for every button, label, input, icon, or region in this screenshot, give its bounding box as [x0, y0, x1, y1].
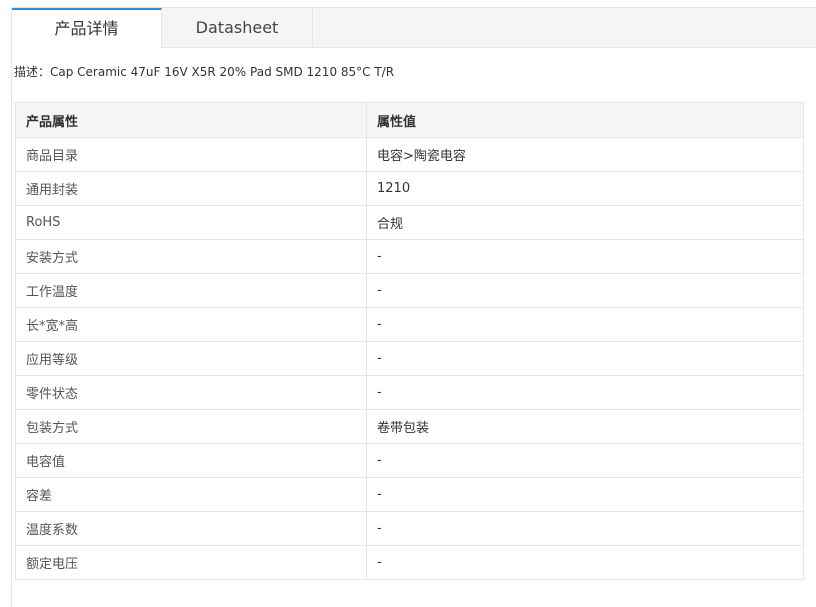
attribute-name: RoHS [15, 205, 367, 240]
attribute-value: - [366, 443, 804, 478]
attribute-value: - [366, 273, 804, 308]
table-row: 容差 - [15, 477, 804, 512]
attribute-value: 电容>陶瓷电容 [366, 137, 804, 172]
attribute-name: 长*宽*高 [15, 307, 367, 342]
table-row: 工作温度 - [15, 273, 804, 308]
attribute-value: - [366, 341, 804, 376]
tab-product-details[interactable]: 产品详情 [12, 8, 162, 49]
table-row: 安装方式 - [15, 239, 804, 274]
attribute-name: 包装方式 [15, 409, 367, 444]
attribute-name: 温度系数 [15, 511, 367, 546]
header-attribute: 产品属性 [15, 102, 367, 138]
table-row: 零件状态 - [15, 375, 804, 410]
spec-table: 产品属性 属性值 商品目录 电容>陶瓷电容 通用封装 1210 RoHS 合规 安装方式 - 工… [15, 102, 804, 580]
attribute-value: - [366, 307, 804, 342]
attribute-name: 额定电压 [15, 545, 367, 580]
attribute-value: 卷带包装 [366, 409, 804, 444]
attribute-value: 合规 [366, 205, 804, 240]
tab-bar: 产品详情 Datasheet [12, 8, 816, 49]
table-row: 长*宽*高 - [15, 307, 804, 342]
table-row: 额定电压 - [15, 545, 804, 580]
attribute-value: - [366, 239, 804, 274]
table-row: 温度系数 - [15, 511, 804, 546]
table-row: RoHS 合规 [15, 205, 804, 240]
table-row: 商品目录 电容>陶瓷电容 [15, 137, 804, 172]
attribute-name: 工作温度 [15, 273, 367, 308]
product-description: 描述：Cap Ceramic 47uF 16V X5R 20% Pad SMD … [14, 65, 395, 79]
attribute-name: 电容值 [15, 443, 367, 478]
attribute-value: - [366, 545, 804, 580]
tab-datasheet[interactable]: Datasheet [162, 8, 313, 48]
spec-table-body: 商品目录 电容>陶瓷电容 通用封装 1210 RoHS 合规 安装方式 - 工作温度 - 长*宽*高… [15, 137, 804, 580]
attribute-name: 安装方式 [15, 239, 367, 274]
attribute-value: - [366, 477, 804, 512]
attribute-value: - [366, 375, 804, 410]
header-value: 属性值 [366, 102, 804, 138]
attribute-value: 1210 [366, 171, 804, 206]
table-row: 通用封装 1210 [15, 171, 804, 206]
attribute-name: 零件状态 [15, 375, 367, 410]
attribute-name: 商品目录 [15, 137, 367, 172]
table-header-row: 产品属性 属性值 [15, 102, 804, 138]
attribute-name: 应用等级 [15, 341, 367, 376]
table-row: 包装方式 卷带包装 [15, 409, 804, 444]
attribute-name: 容差 [15, 477, 367, 512]
table-row: 电容值 - [15, 443, 804, 478]
table-row: 应用等级 - [15, 341, 804, 376]
attribute-name: 通用封装 [15, 171, 367, 206]
attribute-value: - [366, 511, 804, 546]
